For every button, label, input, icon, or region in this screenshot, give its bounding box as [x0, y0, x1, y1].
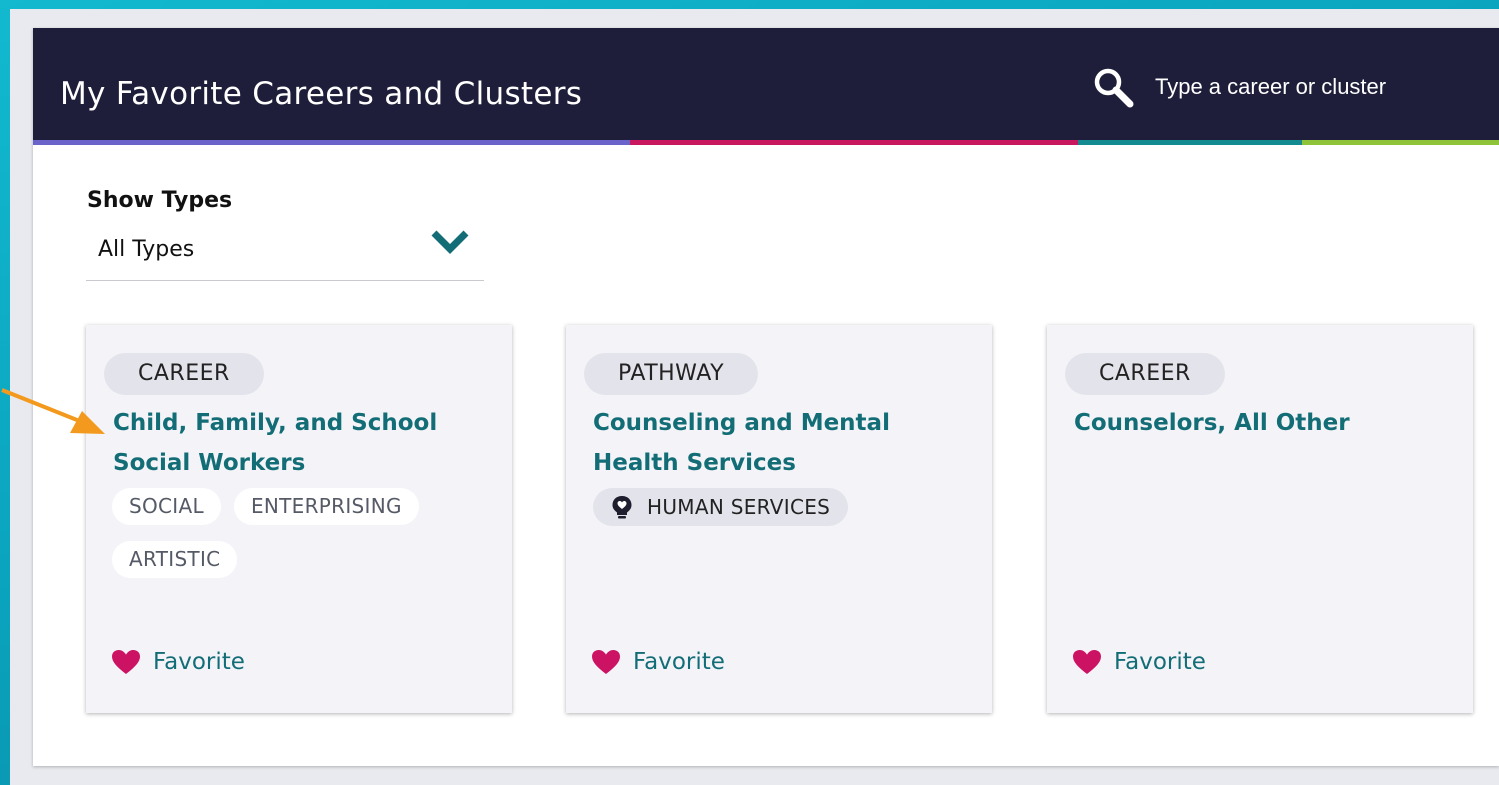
cluster-badge[interactable]: HUMAN SERVICES: [593, 488, 849, 526]
show-types-value: All Types: [98, 237, 195, 262]
favorite-button[interactable]: Favorite: [591, 649, 725, 675]
type-badge: CAREER: [104, 353, 264, 395]
accent-bar-magenta: [630, 140, 1078, 145]
lightbulb-heart-icon: [612, 496, 632, 519]
search-bar[interactable]: [1091, 64, 1471, 110]
tag-artistic: ARTISTIC: [112, 541, 238, 578]
type-badge: PATHWAY: [584, 353, 759, 395]
header: My Favorite Careers and Clusters: [33, 28, 1499, 140]
show-types-select[interactable]: All Types: [86, 225, 484, 281]
tag-social: SOCIAL: [112, 488, 221, 525]
heart-icon: [1073, 650, 1101, 674]
type-badge: CAREER: [1065, 353, 1225, 395]
favorite-button[interactable]: Favorite: [111, 649, 245, 675]
accent-bar-purple: [33, 140, 630, 145]
show-types-label: Show Types: [87, 188, 233, 213]
favorite-label: Favorite: [1114, 649, 1206, 675]
interest-tags: SOCIAL ENTERPRISING ARTISTIC: [112, 488, 492, 594]
search-input[interactable]: [1155, 74, 1445, 100]
favorites-panel: My Favorite Careers and Clusters Show Ty…: [33, 28, 1499, 766]
cluster-label: HUMAN SERVICES: [647, 495, 831, 519]
favorite-label: Favorite: [153, 649, 245, 675]
page-title: My Favorite Careers and Clusters: [60, 76, 583, 112]
chevron-down-icon[interactable]: [429, 227, 471, 257]
heart-icon: [592, 650, 620, 674]
card-title-link[interactable]: Counseling and Mental Health Services: [593, 403, 953, 483]
accent-bar-green: [1302, 140, 1499, 145]
favorite-button[interactable]: Favorite: [1072, 649, 1206, 675]
search-icon[interactable]: [1091, 65, 1135, 109]
tag-enterprising: ENTERPRISING: [233, 488, 419, 525]
career-card[interactable]: CAREER Counselors, All Other Favorite: [1047, 325, 1473, 713]
card-title-link[interactable]: Child, Family, and School Social Workers: [113, 403, 473, 483]
pathway-card[interactable]: PATHWAY Counseling and Mental Health Ser…: [566, 325, 992, 713]
heart-icon: [112, 650, 140, 674]
card-title-link[interactable]: Counselors, All Other: [1074, 403, 1434, 443]
favorite-label: Favorite: [633, 649, 725, 675]
annotation-arrow-icon: [1, 388, 105, 434]
career-card[interactable]: CAREER Child, Family, and School Social …: [86, 325, 512, 713]
accent-bar-teal: [1078, 140, 1302, 145]
